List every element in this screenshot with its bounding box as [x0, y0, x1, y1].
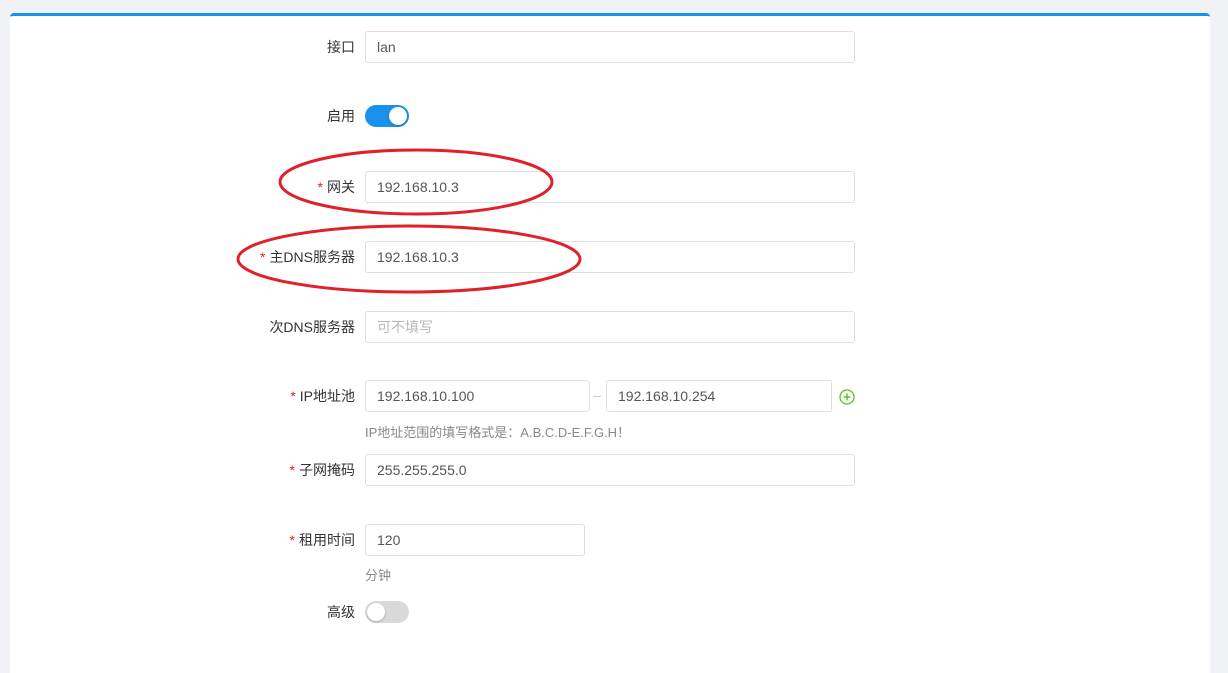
- ip-pool-label: * IP地址池: [290, 388, 355, 404]
- toggle-knob: [389, 107, 407, 125]
- required-mark: *: [317, 179, 323, 195]
- secondary-dns-field[interactable]: [365, 311, 855, 343]
- enable-toggle[interactable]: [365, 105, 409, 127]
- advanced-toggle[interactable]: [365, 601, 409, 623]
- plus-circle-icon[interactable]: [839, 389, 855, 405]
- subnet-mask-field[interactable]: [365, 454, 855, 486]
- required-mark: *: [259, 249, 266, 265]
- form-panel: [10, 13, 1210, 673]
- interface-field[interactable]: [365, 31, 855, 63]
- lease-time-label: * 租用时间: [289, 532, 355, 548]
- secondary-dns-label: 次DNS服务器: [269, 319, 355, 335]
- primary-dns-field[interactable]: [365, 241, 855, 273]
- required-mark: *: [289, 462, 295, 478]
- gateway-field[interactable]: [365, 171, 855, 203]
- ip-pool-hint: IP地址范围的填写格式是：A.B.C.D-E.F.G.H！: [365, 425, 631, 440]
- primary-dns-label: * 主DNS服务器: [259, 249, 355, 265]
- required-mark: *: [289, 532, 295, 548]
- gateway-label: * 网关: [317, 179, 355, 195]
- range-separator: –: [593, 387, 601, 403]
- ip-pool-end-field[interactable]: [606, 380, 832, 412]
- lease-time-unit: 分钟: [365, 568, 392, 583]
- advanced-label: 高级: [327, 604, 355, 620]
- lease-time-field[interactable]: [365, 524, 585, 556]
- ip-pool-start-field[interactable]: [365, 380, 590, 412]
- required-mark: *: [290, 388, 296, 404]
- enable-label: 启用: [327, 108, 355, 124]
- subnet-mask-label: * 子网掩码: [289, 462, 355, 478]
- interface-label: 接口: [327, 39, 355, 55]
- toggle-knob: [367, 603, 385, 621]
